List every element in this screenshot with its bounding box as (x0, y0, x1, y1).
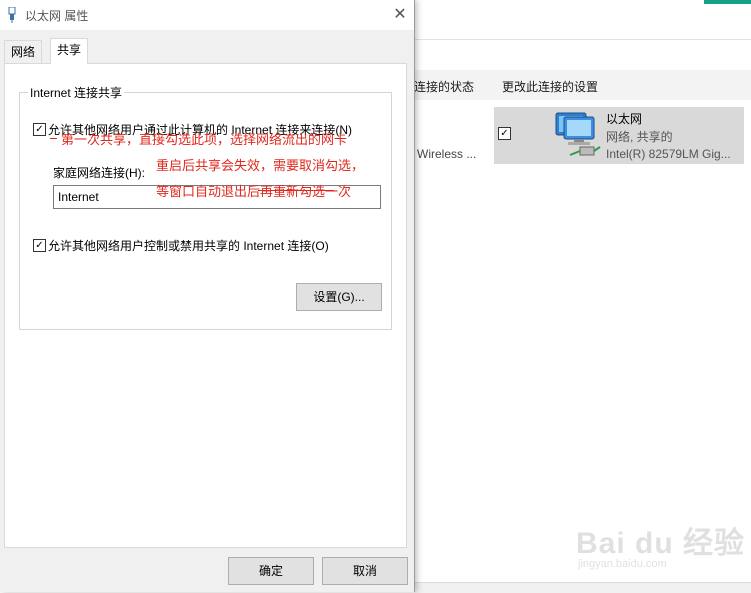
divider (414, 39, 751, 40)
allow-control-label[interactable]: 允许其他网络用户控制或禁用共享的 Internet 连接(O) (48, 237, 329, 254)
ethernet-status: 网络, 共享的 (606, 130, 673, 144)
ethernet-device: Intel(R) 82579LM Gig... (606, 147, 731, 161)
title-bar: 以太网 属性 ✕ (0, 0, 414, 30)
group-title: Internet 连接共享 (28, 84, 125, 101)
annotation-text: 第一次共享，直接勾选此项，选择网络流出的网卡 (61, 132, 348, 147)
annotation-underline (50, 138, 57, 139)
ethernet-name: 以太网 (606, 112, 643, 126)
ethernet-properties-dialog: 以太网 属性 ✕ 网络 共享 Internet 连接共享 ✓ 允许其他网络用户通… (0, 0, 415, 592)
annotation-underline (258, 190, 334, 191)
settings-button[interactable]: 设置(G)... (296, 283, 382, 311)
network-adapter-icon (555, 112, 601, 156)
dialog-title: 以太网 属性 (25, 9, 89, 23)
wireless-connection-label[interactable]: Wireless ... (417, 147, 476, 161)
connections-toolbar: 连接的状态 更改此连接的设置 (414, 70, 751, 100)
horizontal-scrollbar[interactable] (414, 582, 751, 593)
watermark-url: jingyan.baidu.com (578, 558, 667, 570)
ok-button[interactable]: 确定 (228, 557, 314, 585)
tab-network[interactable]: 网络 (4, 40, 43, 63)
annotation-text: 重启后共享会失效，需要取消勾选， (156, 158, 365, 173)
network-adapter-icon (8, 7, 16, 23)
home-network-label: 家庭网络连接(H): (53, 166, 145, 180)
allow-connect-checkbox[interactable]: ✓ (33, 123, 46, 136)
internet-connection-sharing-group: Internet 连接共享 ✓ 允许其他网络用户通过此计算机的 Internet… (19, 84, 392, 330)
ethernet-connection-item[interactable]: ✓ 以太网 网络, 共享的 Intel(R) 82579LM Gig... (494, 107, 744, 164)
toolbar-change-settings-button[interactable]: 更改此连接的设置 (502, 78, 598, 95)
ethernet-item-checkbox[interactable]: ✓ (498, 127, 511, 140)
watermark-logo: Bai du 经验 (576, 527, 746, 560)
toolbar-view-status-button[interactable]: 连接的状态 (414, 78, 474, 95)
baidu-jingyan-watermark: Bai du 经验 jingyan.baidu.com (576, 518, 746, 582)
tab-strip: 网络 共享 (4, 38, 406, 64)
cancel-button[interactable]: 取消 (322, 557, 408, 585)
close-icon[interactable]: ✕ (388, 4, 412, 26)
accent-strip (704, 0, 751, 4)
allow-control-checkbox[interactable]: ✓ (33, 239, 46, 252)
tab-sharing[interactable]: 共享 (50, 38, 89, 64)
